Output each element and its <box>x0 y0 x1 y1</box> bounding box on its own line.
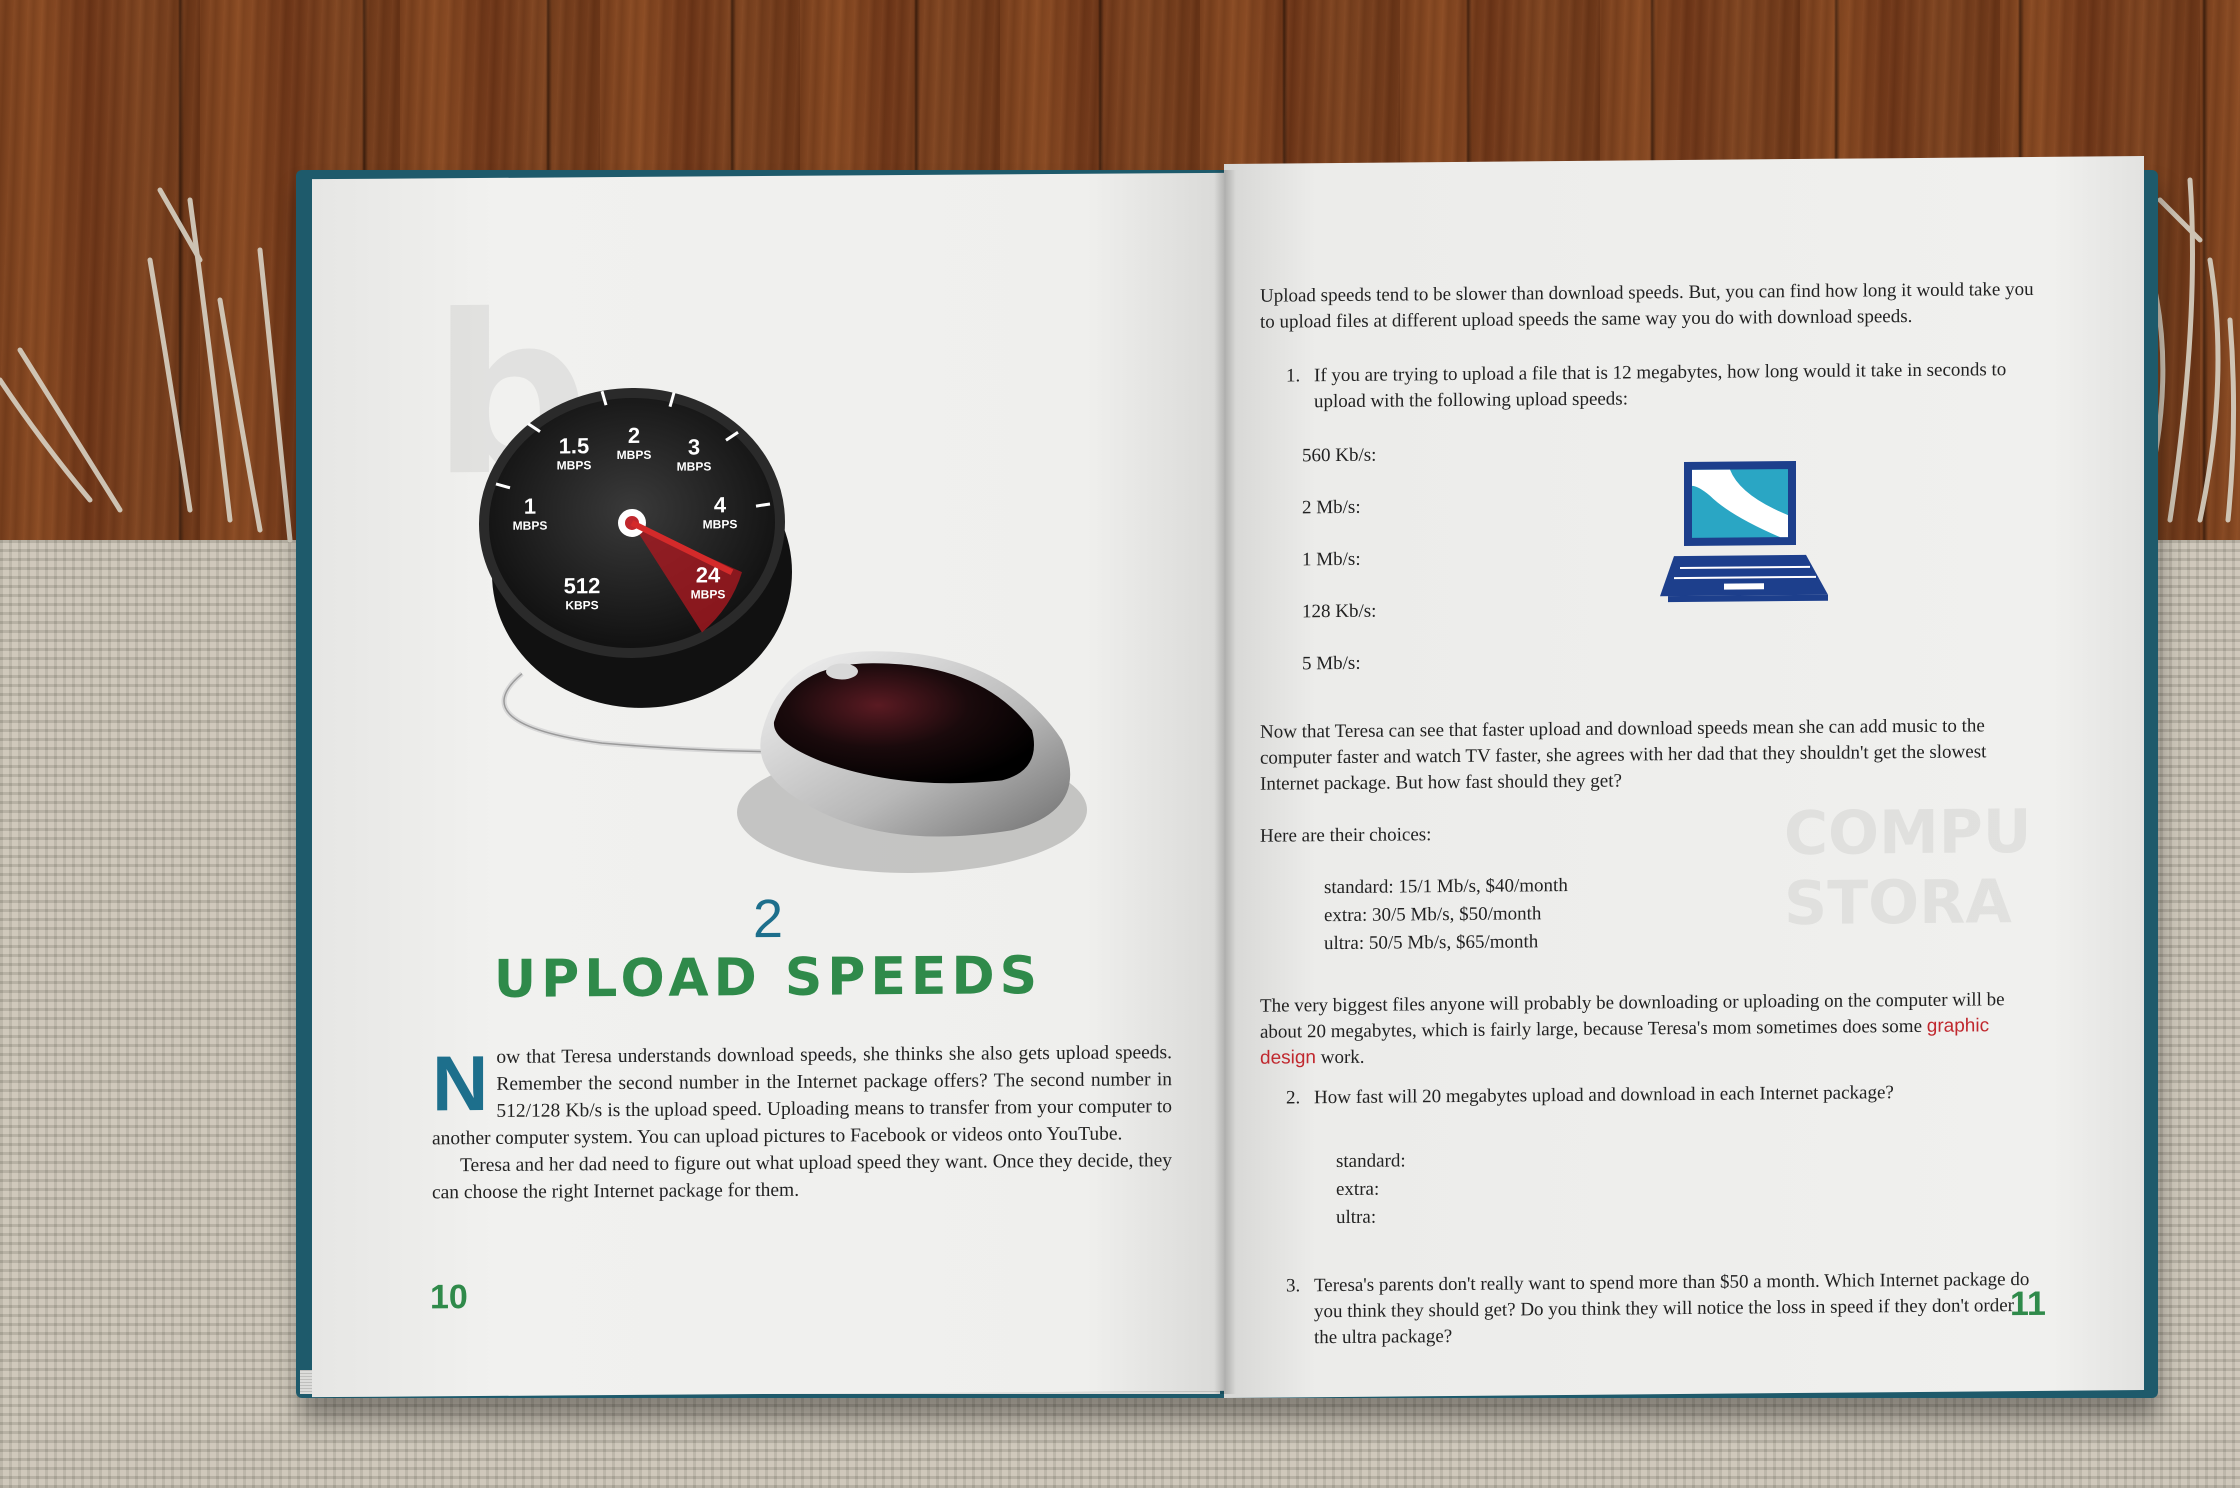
chapter-body-text: Now that Teresa understands download spe… <box>432 1039 1172 1206</box>
speed-gauge-icon: 1.5 MBPS 2 MBPS 3 MBPS 1 MBPS 4 MBPS 512… <box>479 387 1087 874</box>
gauge-unit: MBPS <box>617 448 652 462</box>
book-gutter <box>1214 170 1236 1394</box>
background-watermark-text: COMPU STORA <box>1784 796 2032 940</box>
answer-standard: standard: <box>1336 1150 1406 1173</box>
gauge-label-512: 512 <box>564 573 601 598</box>
gauge-unit: MBPS <box>557 458 592 472</box>
question-2-text: How fast will 20 megabytes upload and do… <box>1314 1082 1894 1109</box>
question-2: 2. How fast will 20 megabytes upload and … <box>1286 1079 2046 1112</box>
choice-standard: standard: 15/1 Mb/s, $40/month <box>1324 875 1568 899</box>
files-paragraph-end: work. <box>1316 1046 1365 1069</box>
teresa-paragraph: Now that Teresa can see that faster uplo… <box>1260 715 1987 795</box>
page-number-right: 11 <box>2010 1284 2046 1324</box>
gauge-unit: MBPS <box>703 517 738 531</box>
gauge-unit: MBPS <box>691 587 726 601</box>
files-paragraph: The very biggest files anyone will proba… <box>1260 987 2050 1072</box>
drop-cap: N <box>432 1038 489 1128</box>
gauge-label-4: 4 <box>714 492 727 517</box>
question-2-number: 2. <box>1286 1087 1301 1109</box>
chapter-number: 2 <box>752 888 784 950</box>
question-3: 3. Teresa's parents don't really want to … <box>1286 1267 2046 1352</box>
question-1: 1. If you are trying to upload a file tha… <box>1286 357 2046 416</box>
answer-extra: extra: <box>1336 1178 1380 1201</box>
choice-extra: extra: 30/5 Mb/s, $50/month <box>1324 903 1542 927</box>
gauge-unit: MBPS <box>513 519 548 533</box>
question-3-number: 3. <box>1286 1275 1301 1297</box>
intro-paragraph: Now that Teresa understands download spe… <box>432 1039 1172 1152</box>
speed-item: 5 Mb/s: <box>1302 652 1361 675</box>
gauge-label-1: 1 <box>524 494 536 519</box>
gauge-unit: MBPS <box>677 459 712 473</box>
answer-ultra: ultra: <box>1336 1206 1377 1229</box>
speed-item: 128 Kb/s: <box>1302 600 1377 623</box>
files-paragraph-text: The very biggest files anyone will proba… <box>1260 989 2005 1043</box>
gauge-label-3: 3 <box>688 434 700 459</box>
left-page: b 1.5 MBPS 2 MBPS 3 MBPS 1 MBPS 4 MBPS 5… <box>312 172 1224 1398</box>
question-3-text: Teresa's parents don't really want to sp… <box>1314 1268 2030 1349</box>
speed-item: 560 Kb/s: <box>1302 444 1377 467</box>
question-1-text: If you are trying to upload a file that … <box>1314 359 2007 413</box>
gauge-unit: KBPS <box>565 598 598 612</box>
gauge-label-1.5: 1.5 <box>559 433 590 458</box>
speed-item: 2 Mb/s: <box>1302 496 1361 519</box>
choice-ultra: ultra: 50/5 Mb/s, $65/month <box>1324 931 1539 955</box>
laptop-icon <box>1660 461 1828 603</box>
gauge-label-2: 2 <box>628 423 640 448</box>
speed-item: 1 Mb/s: <box>1302 548 1361 571</box>
right-page: COMPU STORA Upload speeds tend to be slow… <box>1224 155 2144 1399</box>
choices-intro: Here are their choices: <box>1260 824 1432 847</box>
question-1-number: 1. <box>1286 365 1301 387</box>
paragraph-2: Teresa and her dad need to figure out wh… <box>432 1150 1172 1204</box>
chapter-title: UPLOAD SPEEDS <box>493 946 1043 1010</box>
page-number-left: 10 <box>430 1278 468 1317</box>
paragraph-1-text: ow that Teresa understands download spee… <box>432 1042 1172 1150</box>
intro-paragraph: Upload speeds tend to be slower than dow… <box>1260 278 2034 333</box>
